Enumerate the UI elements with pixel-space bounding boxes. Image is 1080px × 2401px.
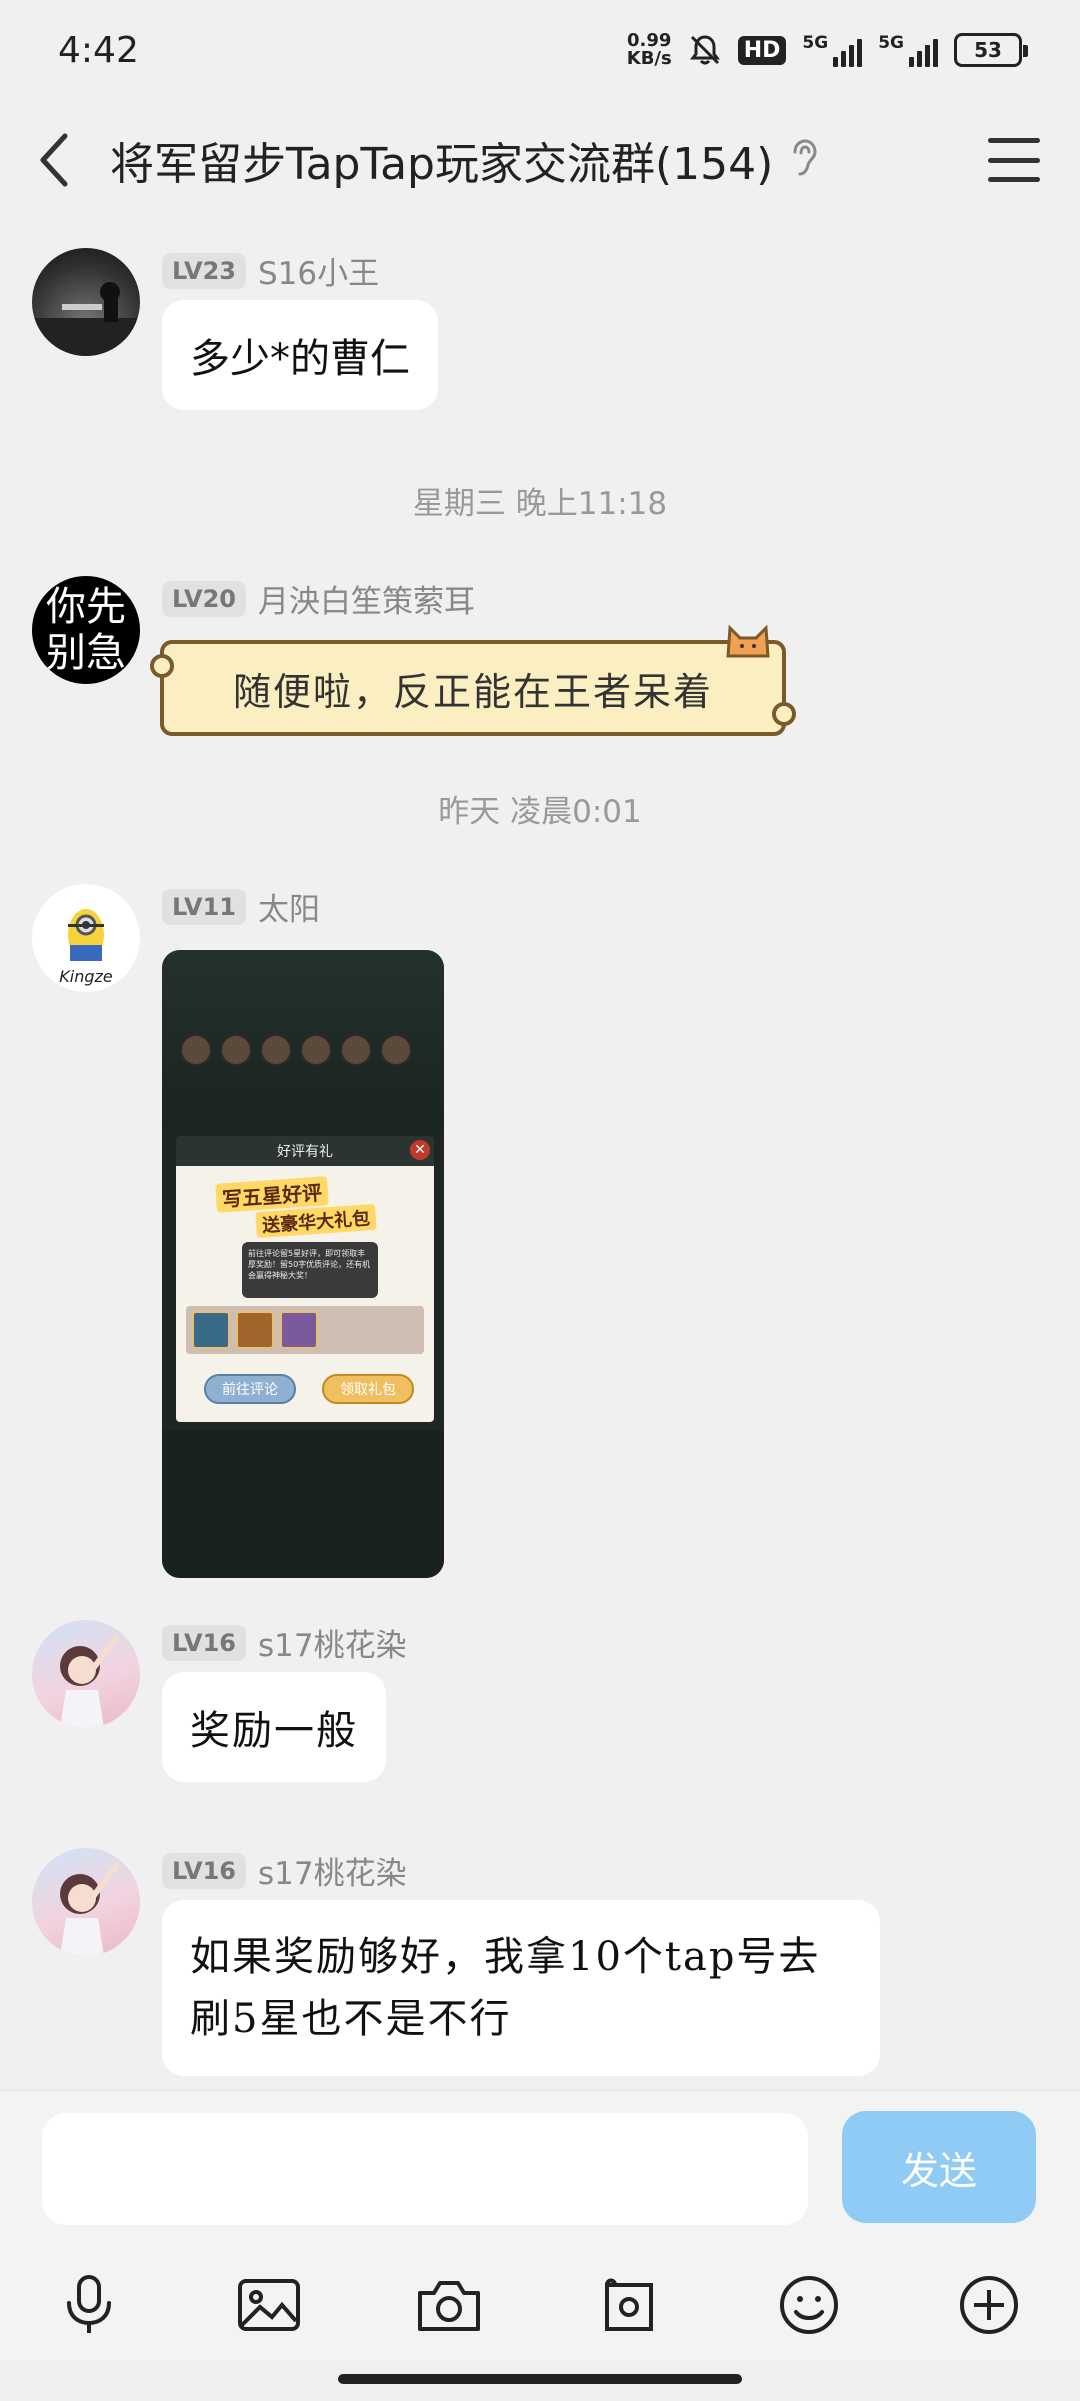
reward-item-icon <box>280 1311 318 1349</box>
sticker-icon[interactable] <box>584 2260 674 2350</box>
message-input[interactable] <box>42 2113 808 2225</box>
camera-icon[interactable] <box>404 2260 494 2350</box>
timestamp: 昨天 凌晨0:01 <box>438 794 642 830</box>
back-arrow-icon <box>40 133 68 187</box>
message-bubble[interactable]: 如果奖励够好，我拿10个tap号去 刷5星也不是不行 <box>162 1900 880 2076</box>
popup-claim-button: 领取礼包 <box>322 1374 414 1404</box>
message-list[interactable]: LV23 S16小王 多少*的曹仁 星期三 晚上11:18 你先 别急 LV20… <box>0 220 1080 2090</box>
avatar[interactable] <box>32 248 140 356</box>
reward-item-icon <box>236 1311 274 1349</box>
popup-header: 好评有礼 ✕ <box>176 1136 434 1166</box>
sender-name[interactable]: S16小王 <box>258 248 379 293</box>
composer: 发送 <box>0 2090 1080 2250</box>
sender-meta: LV16 s17桃花染 <box>162 1848 407 1893</box>
level-badge: LV11 <box>162 888 246 925</box>
timestamp: 星期三 晚上11:18 <box>412 486 668 522</box>
microphone-icon[interactable] <box>44 2260 134 2350</box>
home-indicator[interactable] <box>338 2374 742 2384</box>
sender-meta: LV16 s17桃花染 <box>162 1620 407 1665</box>
popup-review-button: 前往评论 <box>204 1374 296 1404</box>
chat-title[interactable]: 将军留步TapTap玩家交流群(154) <box>110 128 773 192</box>
image-message[interactable]: 好评有礼 ✕ 写五星好评 送豪华大礼包 前往评论留5星好评，即可领取丰厚奖励！留… <box>162 950 444 1578</box>
status-bar: 4:42 0.99 KB/s HD 5G 5G 53 <box>0 0 1080 100</box>
message-bubble[interactable]: 多少*的曹仁 <box>162 300 438 410</box>
decorated-message-bubble[interactable]: 随便啦，反正能在王者呆着 <box>150 624 796 736</box>
level-badge: LV20 <box>162 580 246 617</box>
message-text: 随便啦，反正能在王者呆着 <box>232 669 713 714</box>
cat-icon <box>718 618 778 667</box>
back-button[interactable] <box>0 100 110 220</box>
sender-name[interactable]: s17桃花染 <box>258 1620 407 1665</box>
menu-icon[interactable] <box>984 130 1044 190</box>
sender-name[interactable]: 月泱白笙策萦耳 <box>258 576 475 621</box>
avatar[interactable]: 你先 别急 <box>32 576 140 684</box>
reward-items <box>186 1306 424 1354</box>
level-badge: LV23 <box>162 252 246 289</box>
signal-icon: 5G <box>878 33 938 67</box>
status-icons: 0.99 KB/s HD 5G 5G 53 <box>626 30 1028 69</box>
signal-icon: 5G <box>802 33 863 67</box>
status-time: 4:42 <box>58 29 139 71</box>
close-icon: ✕ <box>410 1140 430 1160</box>
plus-icon[interactable] <box>944 2260 1034 2350</box>
reward-popup: 写五星好评 送豪华大礼包 前往评论留5星好评，即可领取丰厚奖励！留50字优质评论… <box>176 1166 434 1422</box>
hd-badge: HD <box>737 35 787 65</box>
image-icon[interactable] <box>224 2260 314 2350</box>
level-badge: LV16 <box>162 1624 246 1661</box>
battery-icon: 53 <box>954 33 1028 67</box>
popup-note: 前往评论留5星好评，即可领取丰厚奖励！留50字优质评论，还有机会赢得神秘大奖！ <box>242 1242 378 1298</box>
emoji-icon[interactable] <box>764 2260 854 2350</box>
network-speed: 0.99 KB/s <box>626 30 672 69</box>
avatar[interactable]: Kingze <box>32 884 140 992</box>
sender-meta: LV11 太阳 <box>162 884 320 929</box>
chat-header: 将军留步TapTap玩家交流群(154) <box>0 100 1080 220</box>
avatar[interactable] <box>32 1848 140 1956</box>
bubble-decoration <box>772 702 796 726</box>
sender-meta: LV20 月泱白笙策萦耳 <box>162 576 475 621</box>
level-badge: LV16 <box>162 1852 246 1889</box>
game-background <box>162 1430 444 1578</box>
sender-meta: LV23 S16小王 <box>162 248 379 293</box>
send-button[interactable]: 发送 <box>842 2111 1036 2223</box>
bubble-decoration <box>150 654 174 678</box>
popup-subtitle: 送豪华大礼包 <box>255 1203 377 1239</box>
game-characters <box>180 1034 412 1066</box>
ear-icon[interactable] <box>789 138 819 182</box>
bell-muted-icon <box>688 33 722 67</box>
avatar[interactable] <box>32 1620 140 1728</box>
message-bubble[interactable]: 奖励一般 <box>162 1672 386 1782</box>
sender-name[interactable]: s17桃花染 <box>258 1848 407 1893</box>
composer-toolbar <box>0 2250 1080 2360</box>
reward-item-icon <box>192 1311 230 1349</box>
sender-name[interactable]: 太阳 <box>258 884 320 929</box>
